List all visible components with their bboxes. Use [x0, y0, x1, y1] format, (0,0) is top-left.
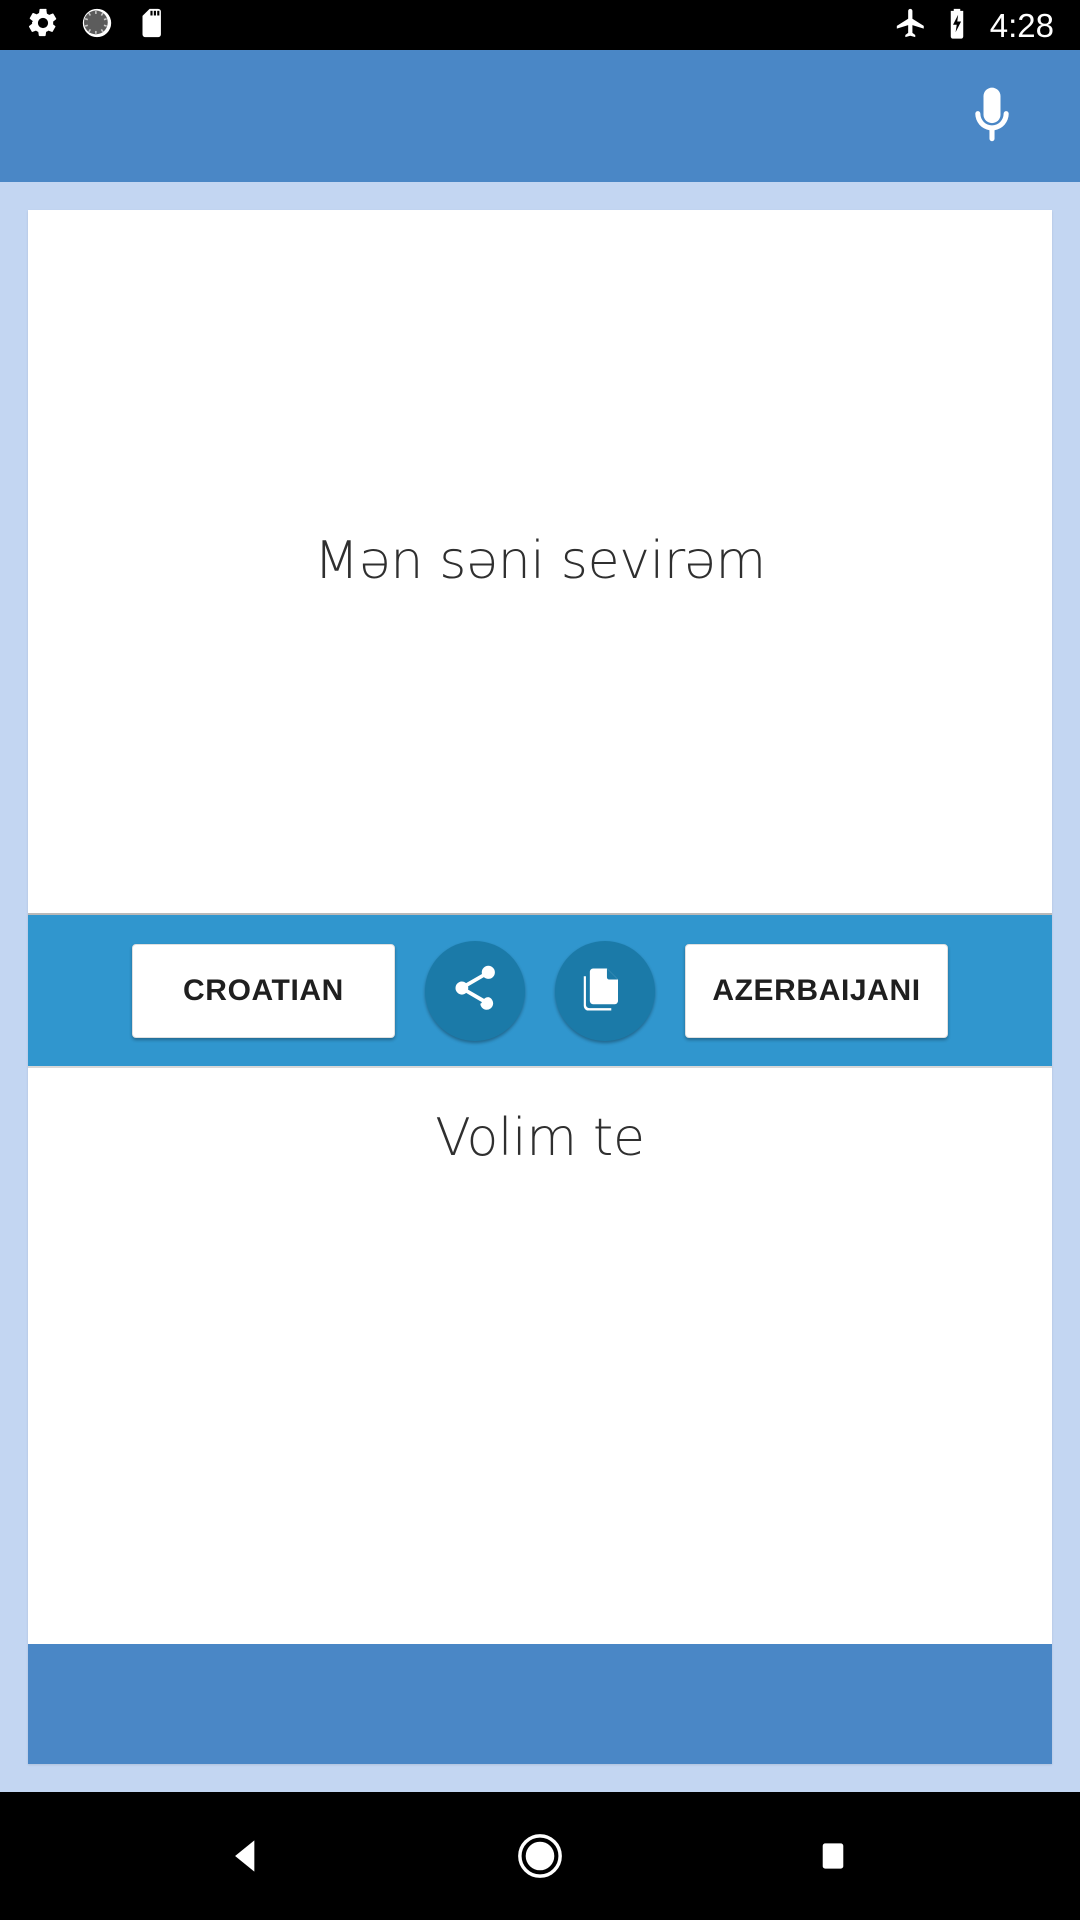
target-text-pane[interactable]: Volim te: [28, 1068, 1052, 1644]
card-footer-bar: [28, 1644, 1052, 1764]
translator-card: Mən səni sevirəm CROATIAN AZERBAIJANI Vo…: [28, 210, 1052, 1764]
target-language-button[interactable]: AZERBAIJANI: [685, 943, 948, 1038]
share-icon: [448, 961, 502, 1020]
home-nav-button[interactable]: [480, 1806, 600, 1906]
battery-charging-icon: [942, 6, 972, 45]
settings-gear-icon: [26, 6, 60, 45]
translate-control-bar: CROATIAN AZERBAIJANI: [28, 913, 1052, 1068]
app-bar: [0, 50, 1080, 182]
share-button[interactable]: [425, 940, 525, 1041]
back-nav-button[interactable]: [187, 1806, 307, 1906]
status-bar-right-icons: 4:28: [894, 6, 1054, 45]
status-bar: 4:28: [0, 0, 1080, 50]
android-nav-bar: [0, 1792, 1080, 1920]
copy-icon: [579, 962, 631, 1019]
sd-card-icon: [134, 6, 168, 45]
target-language-label: AZERBAIJANI: [712, 973, 921, 1007]
copy-button[interactable]: [555, 940, 655, 1041]
recents-nav-button[interactable]: [773, 1806, 893, 1906]
sync-spinner-icon: [80, 6, 114, 45]
status-bar-left-icons: [26, 6, 168, 45]
mic-icon[interactable]: [956, 78, 1028, 154]
status-bar-clock: 4:28: [989, 6, 1054, 44]
phone-screen: 4:28 Mən səni sevirəm CROATIAN AZERBAIJA…: [0, 0, 1080, 1920]
target-text: Volim te: [435, 1108, 645, 1168]
source-language-label: CROATIAN: [183, 973, 344, 1007]
source-language-button[interactable]: CROATIAN: [132, 943, 395, 1038]
source-text: Mən səni sevirəm: [314, 531, 766, 591]
content-area: Mən səni sevirəm CROATIAN AZERBAIJANI Vo…: [0, 182, 1080, 1792]
airplane-mode-icon: [894, 6, 928, 45]
source-text-pane[interactable]: Mən səni sevirəm: [28, 210, 1052, 913]
